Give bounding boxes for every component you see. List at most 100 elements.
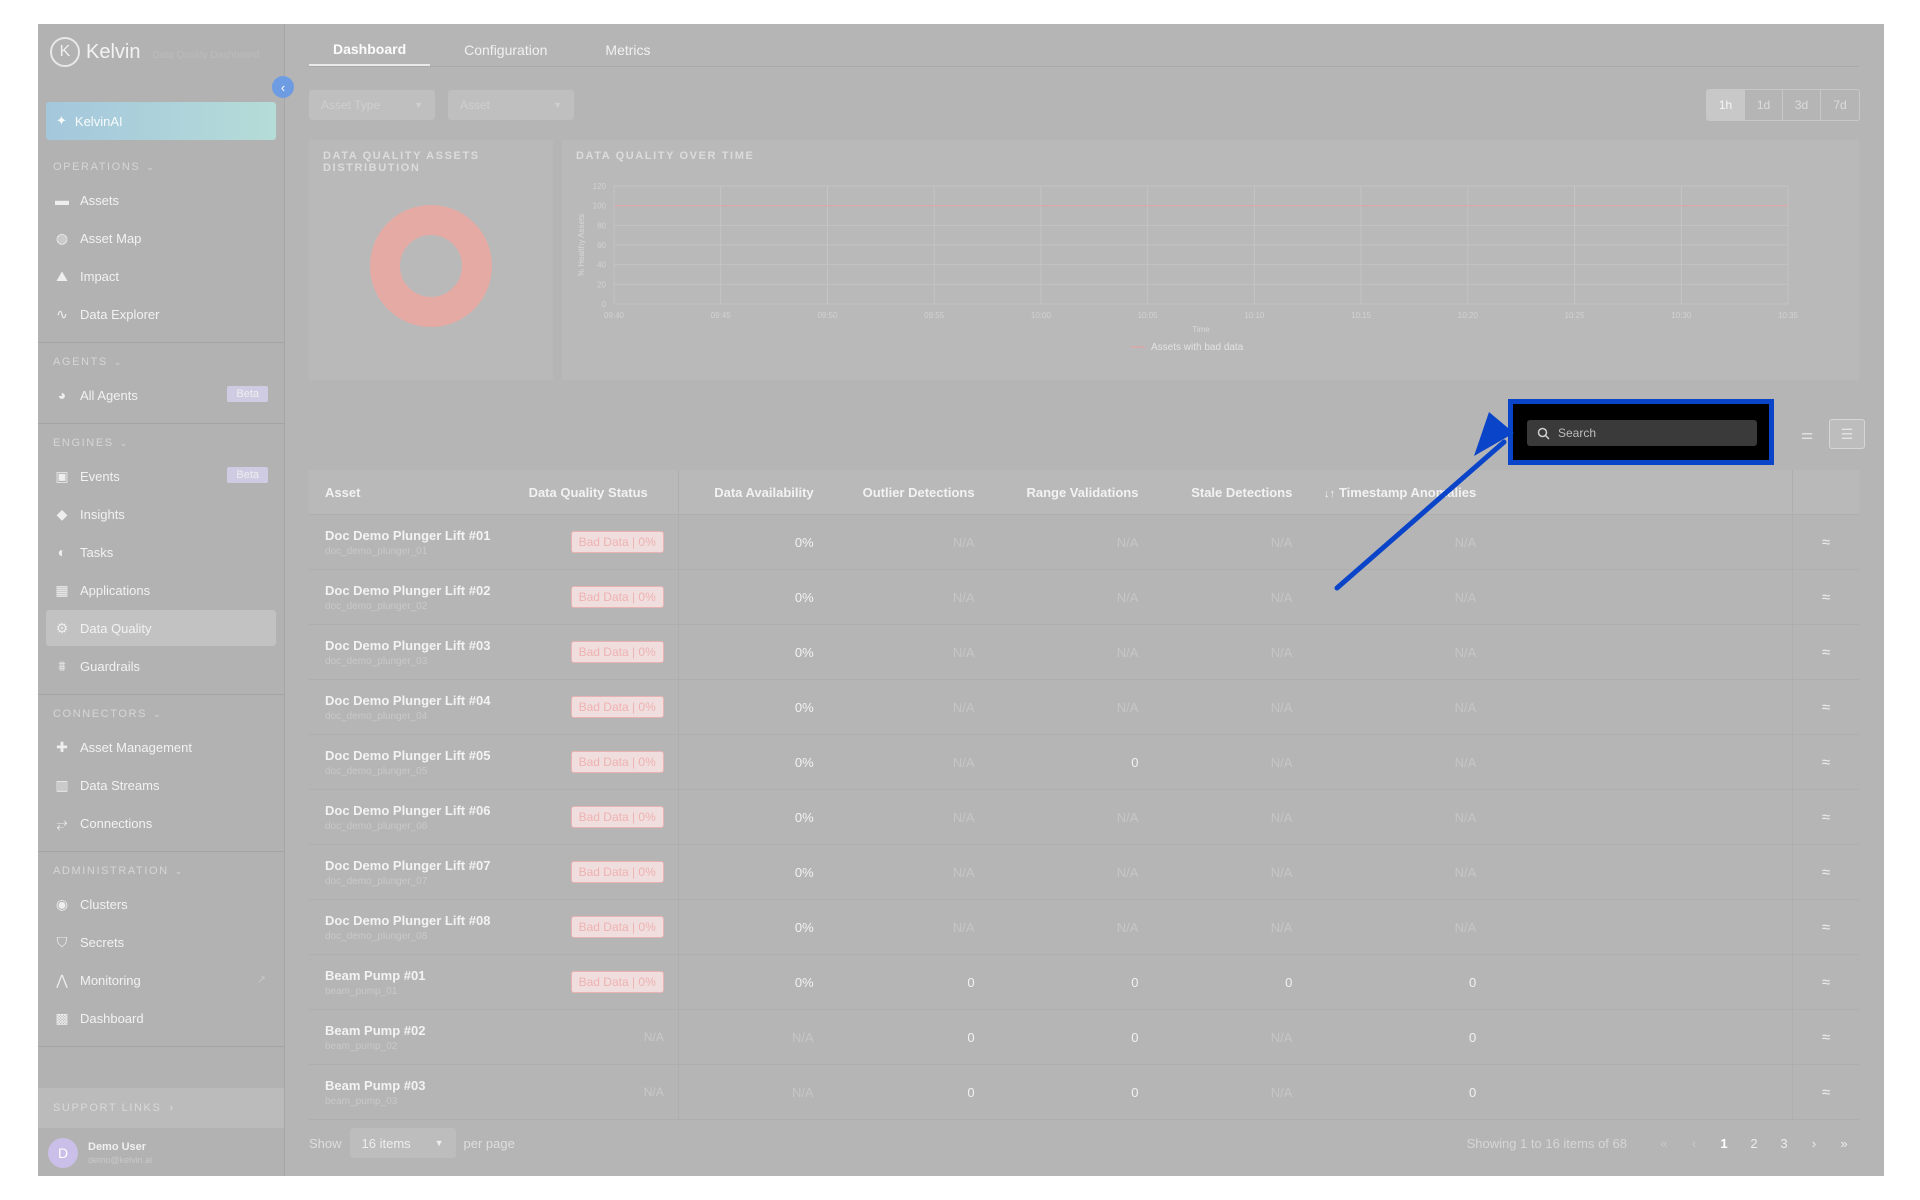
column-asset[interactable]: Asset [325, 485, 360, 500]
compact-density-button[interactable]: ⚌ [1789, 419, 1825, 449]
collapse-sidebar-button[interactable]: ‹ [272, 76, 294, 98]
time-range-3d[interactable]: 3d [1783, 90, 1821, 120]
asset-name[interactable]: Doc Demo Plunger Lift #08 [325, 913, 490, 928]
sidebar-item-asset-map[interactable]: ◍ Asset Map [46, 220, 276, 256]
table-row[interactable]: Doc Demo Plunger Lift #01 doc_demo_plung… [309, 515, 1859, 570]
column-data-availability[interactable]: Data Availability [679, 485, 822, 500]
asset-name[interactable]: Beam Pump #01 [325, 968, 425, 983]
sidebar-item-asset-management[interactable]: ✚ Asset Management [46, 729, 276, 765]
asset-cell: Beam Pump #01 beam_pump_01 Bad Data | 0% [309, 955, 679, 1009]
page-2-button[interactable]: 2 [1739, 1128, 1769, 1158]
table-row[interactable]: Doc Demo Plunger Lift #07 doc_demo_plung… [309, 845, 1859, 900]
tab-configuration[interactable]: Configuration [440, 34, 571, 66]
per-page-select[interactable]: 16 items ▼ [349, 1128, 456, 1158]
column-timestamp-anomalies[interactable]: ↓↑ Timestamp Anomalies [1302, 485, 1492, 500]
next-page-button[interactable]: › [1799, 1128, 1829, 1158]
column-range-validations[interactable]: Range Validations [985, 485, 1149, 500]
table-row[interactable]: Doc Demo Plunger Lift #04 doc_demo_plung… [309, 680, 1859, 735]
sidebar-section-title[interactable]: AGENTS ⌄ [38, 349, 284, 375]
sidebar-section-title[interactable]: ADMINISTRATION ⌄ [38, 858, 284, 884]
sidebar-item-secrets[interactable]: ⛉ Secrets [46, 924, 276, 960]
y-tick-label: 0 [602, 300, 607, 309]
table-row[interactable]: Doc Demo Plunger Lift #02 doc_demo_plung… [309, 570, 1859, 625]
table-row[interactable]: Doc Demo Plunger Lift #03 doc_demo_plung… [309, 625, 1859, 680]
section-title-label: OPERATIONS [53, 161, 141, 173]
trend-action-button[interactable]: ≈ [1793, 589, 1859, 606]
sidebar-item-clusters[interactable]: ◉ Clusters [46, 886, 276, 922]
trend-action-button[interactable]: ≈ [1793, 754, 1859, 771]
time-range-1h[interactable]: 1h [1707, 90, 1745, 120]
y-tick-label: 60 [597, 241, 606, 250]
sidebar-item-applications[interactable]: ▦ Applications [46, 572, 276, 608]
table-row[interactable]: Doc Demo Plunger Lift #05 doc_demo_plung… [309, 735, 1859, 790]
asset-name[interactable]: Doc Demo Plunger Lift #01 [325, 528, 490, 543]
tab-metrics[interactable]: Metrics [581, 34, 674, 66]
sidebar-item-data-explorer[interactable]: ∿ Data Explorer [46, 296, 276, 332]
asset-select[interactable]: Asset ▼ [448, 90, 574, 120]
comfortable-density-button[interactable]: ☰ [1829, 419, 1865, 449]
table-row[interactable]: Beam Pump #01 beam_pump_01 Bad Data | 0%… [309, 955, 1859, 1010]
asset-name[interactable]: Doc Demo Plunger Lift #04 [325, 693, 490, 708]
trend-action-button[interactable]: ≈ [1793, 699, 1859, 716]
trend-action-button[interactable]: ≈ [1793, 809, 1859, 826]
sidebar-section-title[interactable]: CONNECTORS ⌄ [38, 701, 284, 727]
search-field[interactable] [1527, 420, 1757, 446]
table-row[interactable]: Beam Pump #02 beam_pump_02 N/A N/A 0 0 N/A 0… [309, 1010, 1859, 1065]
sidebar-section-title[interactable]: OPERATIONS ⌄ [38, 154, 284, 180]
trend-action-button[interactable]: ≈ [1793, 1029, 1859, 1046]
asset-name[interactable]: Beam Pump #02 [325, 1023, 425, 1038]
page-1-button[interactable]: 1 [1709, 1128, 1739, 1158]
legend-label[interactable]: Assets with bad data [1151, 342, 1244, 353]
asset-name[interactable]: Doc Demo Plunger Lift #05 [325, 748, 490, 763]
sidebar-item-guardrails[interactable]: ⩩ Guardrails [46, 648, 276, 684]
sidebar-item-connections[interactable]: ⥂ Connections [46, 805, 276, 841]
trend-action-button[interactable]: ≈ [1793, 534, 1859, 551]
sidebar-item-dashboard[interactable]: ▩ Dashboard [46, 1000, 276, 1036]
asset-cell: Doc Demo Plunger Lift #01 doc_demo_plung… [309, 515, 679, 569]
user-profile[interactable]: D Demo User demo@kelvin.ai [48, 1138, 152, 1168]
tab-dashboard[interactable]: Dashboard [309, 34, 431, 66]
column-data-quality-status[interactable]: Data Quality Status [529, 485, 648, 500]
sidebar-item-insights[interactable]: ◆ Insights [46, 496, 276, 532]
trend-action-button[interactable]: ≈ [1793, 644, 1859, 661]
sidebar-section-title[interactable]: ENGINES ⌄ [38, 430, 284, 456]
donut-slice[interactable] [370, 205, 492, 327]
sidebar-item-assets[interactable]: ▬ Assets [46, 182, 276, 218]
time-range-1d[interactable]: 1d [1745, 90, 1783, 120]
sidebar-item-data-streams[interactable]: ▥ Data Streams [46, 767, 276, 803]
asset-name[interactable]: Doc Demo Plunger Lift #07 [325, 858, 490, 873]
prev-page-button[interactable]: ‹ [1679, 1128, 1709, 1158]
asset-name[interactable]: Doc Demo Plunger Lift #03 [325, 638, 490, 653]
tab-bar: Dashboard Configuration Metrics [309, 34, 1859, 67]
time-range-group: 1h 1d 3d 7d [1706, 89, 1860, 121]
asset-name[interactable]: Beam Pump #03 [325, 1078, 425, 1093]
trend-action-button[interactable]: ≈ [1793, 864, 1859, 881]
row-spacer [1492, 900, 1794, 954]
kelvinai-button[interactable]: ✦ KelvinAI [46, 102, 276, 140]
asset-name[interactable]: Doc Demo Plunger Lift #06 [325, 803, 490, 818]
trend-action-button[interactable]: ≈ [1793, 974, 1859, 991]
range-validations-cell: 0 [1131, 1084, 1139, 1100]
trend-action-button[interactable]: ≈ [1793, 919, 1859, 936]
last-page-button[interactable]: » [1829, 1128, 1859, 1158]
table-row[interactable]: Beam Pump #03 beam_pump_03 N/A N/A 0 0 N/A 0… [309, 1065, 1859, 1120]
sidebar-item-impact[interactable]: ⛰ Impact [46, 258, 276, 294]
time-range-7d[interactable]: 7d [1821, 90, 1859, 120]
support-links[interactable]: SUPPORT LINKS › [38, 1088, 284, 1128]
sidebar-item-tasks[interactable]: ◐ Tasks [46, 534, 276, 570]
asset-type-select[interactable]: Asset Type ▼ [309, 90, 435, 120]
logo[interactable]: K Kelvin Data Quality Dashboard [50, 36, 259, 68]
table-row[interactable]: Doc Demo Plunger Lift #06 doc_demo_plung… [309, 790, 1859, 845]
trend-action-button[interactable]: ≈ [1793, 1084, 1859, 1101]
column-outlier-detections[interactable]: Outlier Detections [822, 485, 985, 500]
column-stale-detections[interactable]: Stale Detections [1148, 485, 1302, 500]
asset-name[interactable]: Doc Demo Plunger Lift #02 [325, 583, 490, 598]
sidebar-item-monitoring[interactable]: ⋀ Monitoring ↗ [46, 962, 276, 998]
table-row[interactable]: Doc Demo Plunger Lift #08 doc_demo_plung… [309, 900, 1859, 955]
search-input[interactable] [1558, 426, 1738, 440]
sidebar-item-data-quality[interactable]: ⚙ Data Quality [46, 610, 276, 646]
page-3-button[interactable]: 3 [1769, 1128, 1799, 1158]
sidebar-item-events[interactable]: ▣ Events Beta [46, 458, 276, 494]
sidebar-item-all-agents[interactable]: ◕ All Agents Beta [46, 377, 276, 413]
first-page-button[interactable]: « [1649, 1128, 1679, 1158]
